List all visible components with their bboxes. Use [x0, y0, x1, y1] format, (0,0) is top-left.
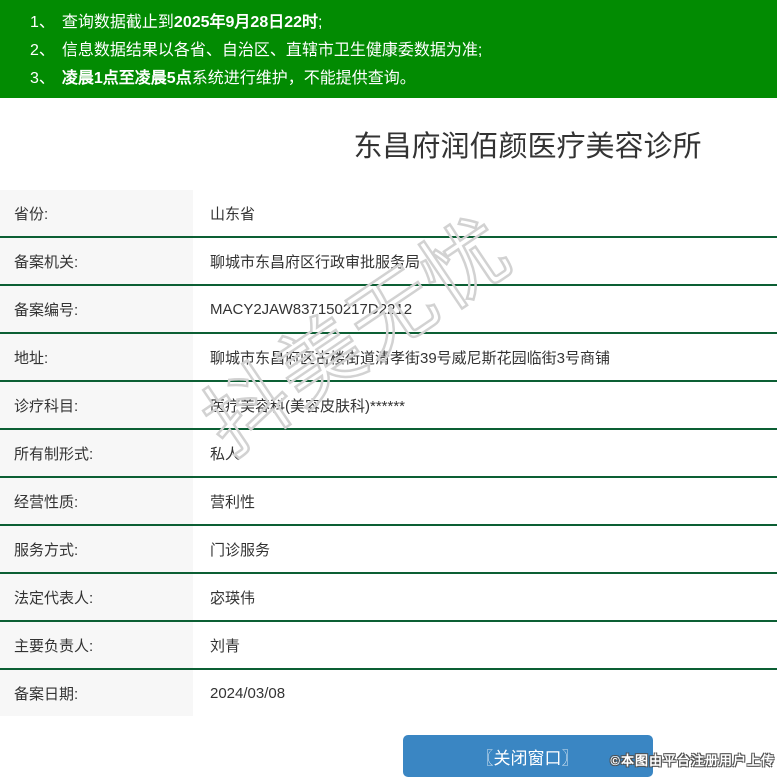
field-value: 聊城市东昌府区古楼街道清孝街39号威尼斯花园临街3号商铺: [210, 349, 611, 367]
query-result-page: 1、 查询数据截止到2025年9月28日22时; 2、 信息数据结果以各省、自治区、直…: [0, 0, 777, 777]
upload-badge: ©本图由平台注册用户上传: [610, 753, 775, 768]
field-label: 诊疗科目:: [0, 382, 193, 428]
field-value: 宓瑛伟: [210, 589, 256, 607]
field-value: 营利性: [210, 493, 256, 511]
notice-number: 1、: [30, 14, 55, 31]
notice-line: 3、 凌晨1点至凌晨5点系统进行维护，不能提供查询。: [30, 65, 777, 93]
field-label: 省份:: [0, 190, 193, 236]
notice-list: 1、 查询数据截止到2025年9月28日22时; 2、 信息数据结果以各省、自治区、直…: [30, 9, 777, 93]
notice-text: ;: [318, 14, 323, 31]
table-row: 经营性质: 营利性: [0, 476, 777, 524]
table-row: 诊疗科目: 医疗美容科(美容皮肤科)******: [0, 380, 777, 428]
field-label: 经营性质:: [0, 478, 193, 524]
table-row: 所有制形式: 私人: [0, 428, 777, 476]
field-label: 主要负责人:: [0, 622, 193, 668]
field-value: 刘青: [210, 637, 241, 655]
notice-number: 3、: [30, 70, 55, 87]
table-row: 备案日期: 2024/03/08: [0, 668, 777, 716]
field-value: MACY2JAW837150217D2212: [210, 300, 413, 318]
notice-text-bold: 2025年9月28日22时: [173, 14, 319, 31]
info-table: 省份: 山东省 备案机关: 聊城市东昌府区行政审批服务局 备案编号: MACY2JAW83…: [0, 190, 777, 716]
field-label: 服务方式:: [0, 526, 193, 572]
notice-text: 系统进行维护，不能提供查询。: [191, 70, 416, 87]
notice-bar: 1、 查询数据截止到2025年9月28日22时; 2、 信息数据结果以各省、自治区、直…: [0, 0, 777, 98]
field-label: 备案日期:: [0, 670, 193, 716]
field-value: 医疗美容科(美容皮肤科)******: [210, 397, 406, 415]
field-label: 备案机关:: [0, 238, 193, 284]
field-value: 山东省: [210, 205, 256, 223]
table-row: 省份: 山东省: [0, 190, 777, 236]
table-row: 备案编号: MACY2JAW837150217D2212: [0, 284, 777, 332]
table-row: 服务方式: 门诊服务: [0, 524, 777, 572]
notice-text: 查询数据截止到: [61, 14, 174, 31]
table-row: 地址: 聊城市东昌府区古楼街道清孝街39号威尼斯花园临街3号商铺: [0, 332, 777, 380]
table-row: 主要负责人: 刘青: [0, 620, 777, 668]
field-value: 2024/03/08: [210, 684, 286, 702]
notice-number: 2、: [30, 42, 55, 59]
table-row: 备案机关: 聊城市东昌府区行政审批服务局: [0, 236, 777, 284]
field-label: 所有制形式:: [0, 430, 193, 476]
field-value: 私人: [210, 445, 241, 463]
field-label: 地址:: [0, 334, 193, 380]
field-label: 法定代表人:: [0, 574, 193, 620]
notice-text-bold: 凌晨1点至凌晨5点: [61, 70, 192, 87]
field-value: 门诊服务: [210, 541, 271, 559]
institution-title: 东昌府润佰颜医疗美容诊所: [353, 131, 702, 163]
notice-line: 1、 查询数据截止到2025年9月28日22时;: [30, 9, 777, 37]
notice-text: 信息数据结果以各省、自治区、直辖市卫生健康委数据为准;: [61, 42, 483, 59]
field-label: 备案编号:: [0, 286, 193, 332]
table-row: 法定代表人: 宓瑛伟: [0, 572, 777, 620]
field-value: 聊城市东昌府区行政审批服务局: [210, 253, 421, 271]
notice-line: 2、 信息数据结果以各省、自治区、直辖市卫生健康委数据为准;: [30, 37, 777, 65]
